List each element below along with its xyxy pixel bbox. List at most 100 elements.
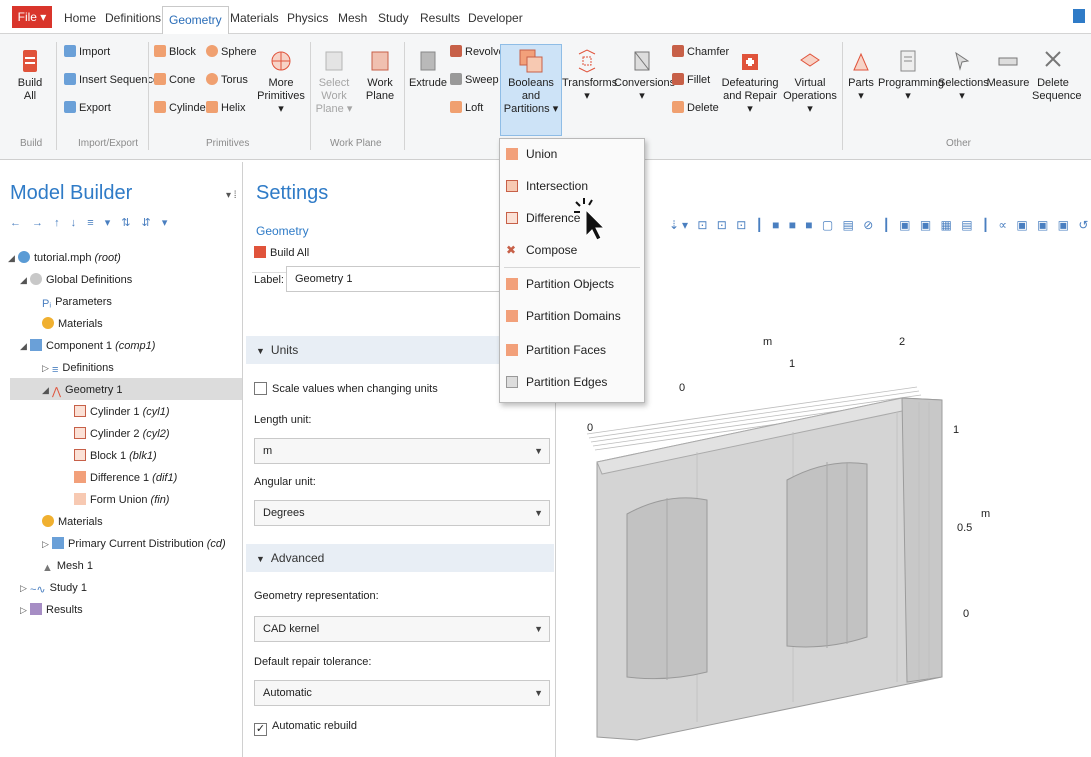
definitions-icon: ≡ xyxy=(52,364,59,376)
menu-item-compose[interactable]: ✖ Compose xyxy=(500,237,644,263)
help-icon[interactable] xyxy=(1073,9,1085,23)
menu-item-intersection[interactable]: Intersection xyxy=(500,173,644,199)
geometry-representation-select[interactable]: CAD kernel ▼ xyxy=(254,616,550,642)
torus-icon xyxy=(206,73,218,85)
menu-item-union[interactable]: Union xyxy=(500,141,644,167)
cylinder-icon xyxy=(74,405,86,417)
tab-results[interactable]: Results xyxy=(420,8,460,30)
import-button[interactable]: Import xyxy=(64,44,110,60)
sphere-button[interactable]: Sphere xyxy=(206,44,256,60)
work-plane-select-icon xyxy=(325,51,343,71)
conversions-button[interactable]: Conversions ▾ xyxy=(614,48,675,103)
menu-item-partition-edges[interactable]: Partition Edges xyxy=(500,369,644,395)
block-button[interactable]: Block xyxy=(154,44,196,60)
tree-difference-1[interactable]: Difference 1 (dif1) xyxy=(74,468,177,488)
helix-button[interactable]: Helix xyxy=(206,100,245,116)
menu-item-partition-domains[interactable]: Partition Domains xyxy=(500,303,644,329)
tree-mesh[interactable]: ▲ Mesh 1 xyxy=(42,556,93,576)
materials-icon xyxy=(42,515,54,527)
tree-materials[interactable]: Materials xyxy=(42,512,103,532)
extrude-icon xyxy=(420,51,436,71)
tab-definitions[interactable]: Definitions xyxy=(105,8,161,30)
tree-materials-global[interactable]: Materials xyxy=(42,314,103,334)
delete-sequence-button[interactable]: Delete Sequence xyxy=(1032,48,1082,103)
block-icon xyxy=(154,45,166,57)
geometry-icon: ⋀ xyxy=(52,386,62,398)
fillet-button[interactable]: Fillet xyxy=(672,72,710,88)
length-unit-select[interactable]: m ▼ xyxy=(254,438,550,464)
build-all-button[interactable]: Build All xyxy=(12,48,48,103)
parts-button[interactable]: Parts ▾ xyxy=(846,48,876,103)
select-work-plane-button[interactable]: Select Work Plane ▾ xyxy=(314,48,354,116)
work-plane-button[interactable]: Work Plane xyxy=(362,48,398,103)
partition-edges-icon xyxy=(506,376,518,388)
settings-build-all-button[interactable]: Build All xyxy=(254,246,309,259)
extrude-button[interactable]: Extrude xyxy=(408,48,448,90)
axis-tick-x0: 0 xyxy=(679,382,686,394)
tab-study[interactable]: Study xyxy=(378,8,409,30)
build-icon xyxy=(23,50,37,72)
toolbox-icon xyxy=(742,54,758,70)
physics-icon xyxy=(52,537,64,549)
insert-sequence-button[interactable]: Insert Sequence xyxy=(64,72,159,88)
tab-physics[interactable]: Physics xyxy=(287,8,328,30)
tab-geometry[interactable]: Geometry xyxy=(162,6,229,34)
tree-results[interactable]: ▷ Results xyxy=(20,600,83,620)
study-icon: ~∿ xyxy=(30,584,46,596)
menu-item-difference[interactable]: Difference xyxy=(500,205,644,231)
sphere-icon xyxy=(206,45,218,57)
torus-button[interactable]: Torus xyxy=(206,72,248,88)
tree-primary-current-distribution[interactable]: ▷ Primary Current Distribution (cd) xyxy=(42,534,226,554)
chevron-down-icon: ▼ xyxy=(534,446,543,456)
cone-button[interactable]: Cone xyxy=(154,72,195,88)
group-label-primitives: Primitives xyxy=(206,138,250,149)
tree-root[interactable]: ◢ tutorial.mph (root) xyxy=(8,248,121,268)
measure-button[interactable]: Measure xyxy=(986,48,1030,90)
tab-home[interactable]: Home xyxy=(64,8,96,30)
menu-item-partition-objects[interactable]: Partition Objects xyxy=(500,271,644,297)
component-icon xyxy=(30,339,42,351)
repair-tolerance-select[interactable]: Automatic ▼ xyxy=(254,680,550,706)
advanced-section-header[interactable]: ▼ Advanced xyxy=(246,544,554,572)
scale-values-checkbox[interactable]: Scale values when changing units xyxy=(254,382,438,395)
tree-parameters[interactable]: Pᵢ Parameters xyxy=(42,292,112,312)
menu-item-partition-faces[interactable]: Partition Faces xyxy=(500,337,644,363)
tree-definitions[interactable]: ▷ ≡ Definitions xyxy=(42,358,114,378)
automatic-rebuild-checkbox[interactable]: ✓ Automatic rebuild xyxy=(254,720,357,736)
tree-component[interactable]: ◢ Component 1 (comp1) xyxy=(20,336,155,356)
parameters-icon: Pᵢ xyxy=(42,298,52,310)
revolve-button[interactable]: Revolve xyxy=(450,44,505,60)
helix-icon xyxy=(206,101,218,113)
tab-developer[interactable]: Developer xyxy=(468,8,523,30)
tree-cylinder-2[interactable]: Cylinder 2 (cyl2) xyxy=(74,424,169,444)
tree-geometry[interactable]: ◢ ⋀ Geometry 1 xyxy=(42,380,123,400)
defeaturing-repair-button[interactable]: Defeaturing and Repair ▾ xyxy=(720,48,780,116)
angular-unit-caption: Angular unit: xyxy=(254,476,316,488)
tree-cylinder-1[interactable]: Cylinder 1 (cyl1) xyxy=(74,402,169,422)
tree-block-1[interactable]: Block 1 (blk1) xyxy=(74,446,157,466)
file-menu-button[interactable]: File ▾ xyxy=(12,6,52,28)
tab-materials[interactable]: Materials xyxy=(230,8,279,30)
cylinder-button[interactable]: Cylinder xyxy=(154,100,209,116)
tab-mesh[interactable]: Mesh xyxy=(338,8,367,30)
group-label-work-plane: Work Plane xyxy=(330,138,382,149)
model-builder-title: Model Builder xyxy=(10,182,133,204)
delete-sequence-icon xyxy=(1045,51,1061,67)
difference-icon xyxy=(74,471,86,483)
panel-pin-icon[interactable]: ▾ ⁞ xyxy=(226,190,237,201)
booleans-partitions-button[interactable]: Booleans and Partitions ▾ xyxy=(502,48,560,116)
transforms-button[interactable]: Transforms ▾ xyxy=(562,48,617,103)
more-primitives-button[interactable]: More Primitives ▾ xyxy=(256,48,306,116)
tree-form-union[interactable]: Form Union (fin) xyxy=(74,490,169,510)
model-builder-toolbar[interactable]: ← → ↑ ↓ ≡ ▾ ⇅ ⇵ ▾ xyxy=(10,216,171,229)
tree-global-definitions[interactable]: ◢ Global Definitions xyxy=(20,270,132,290)
sweep-button[interactable]: Sweep xyxy=(450,72,499,88)
selections-button[interactable]: Selections ▾ xyxy=(938,48,989,103)
export-button[interactable]: Export xyxy=(64,100,111,116)
angular-unit-select[interactable]: Degrees ▼ xyxy=(254,500,550,526)
loft-button[interactable]: Loft xyxy=(450,100,483,116)
delete-button[interactable]: Delete xyxy=(672,100,719,116)
virtual-operations-button[interactable]: Virtual Operations ▾ xyxy=(782,48,838,116)
tree-study[interactable]: ▷ ~∿ Study 1 xyxy=(20,578,87,598)
programming-button[interactable]: Programming ▾ xyxy=(878,48,944,103)
